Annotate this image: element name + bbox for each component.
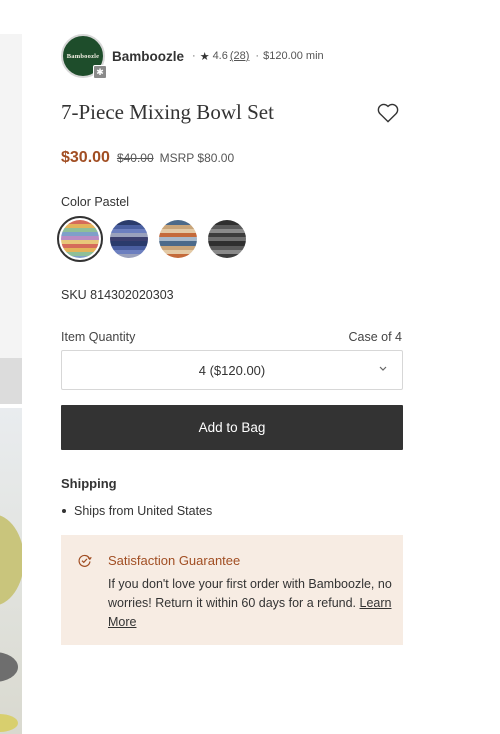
bowl-shape xyxy=(0,514,22,606)
shipping-title: Shipping xyxy=(61,476,117,491)
guarantee-icon xyxy=(78,554,92,567)
chevron-down-icon xyxy=(379,366,387,371)
swatch-selected-ring xyxy=(57,216,103,262)
color-swatch-earth[interactable] xyxy=(159,220,197,258)
color-label: Color Pastel xyxy=(61,195,130,209)
star-icon: ★ xyxy=(199,50,210,63)
brand-row: Bamboozle ✱ Bamboozle · ★ 4.6 (28) · $12… xyxy=(61,34,324,79)
bullet xyxy=(62,509,66,513)
bowl-shape xyxy=(0,714,18,732)
color-swatch-pastel[interactable] xyxy=(61,220,99,258)
separator: · xyxy=(255,50,260,62)
heart-icon[interactable] xyxy=(377,103,399,123)
rating-value: 4.6 xyxy=(212,50,228,62)
brand-logo[interactable]: Bamboozle ✱ xyxy=(61,34,107,79)
review-count-link[interactable]: (28) xyxy=(230,50,250,62)
quantity-select[interactable]: 4 ($120.00) xyxy=(61,350,403,390)
satisfaction-guarantee-panel: Satisfaction Guarantee If you don't love… xyxy=(61,535,403,645)
brand-meta: · ★ 4.6 (28) · $120.00 min xyxy=(188,50,324,63)
quantity-label: Item Quantity xyxy=(61,330,136,344)
quantity-selected-value: 4 ($120.00) xyxy=(198,362,266,378)
color-swatch-navy[interactable] xyxy=(110,220,148,258)
msrp-price: MSRP $80.00 xyxy=(159,151,235,165)
bowl-shape xyxy=(0,652,18,682)
shipping-list-item: Ships from United States xyxy=(61,504,212,518)
case-size: Case of 4 xyxy=(348,330,402,344)
original-price: $40.00 xyxy=(116,151,154,165)
add-to-bag-button[interactable]: Add to Bag xyxy=(61,405,403,450)
brand-name[interactable]: Bamboozle xyxy=(112,49,184,64)
product-title: 7-Piece Mixing Bowl Set xyxy=(61,100,274,124)
guarantee-title: Satisfaction Guarantee xyxy=(108,553,241,568)
color-swatch-charcoal[interactable] xyxy=(208,220,246,258)
minimum-order: $120.00 min xyxy=(263,50,324,62)
guarantee-body: If you don't love your first order with … xyxy=(108,577,392,610)
sku: SKU 814302020303 xyxy=(61,288,174,302)
sale-price: $30.00 xyxy=(61,149,110,166)
price-row: $30.00 $40.00 MSRP $80.00 xyxy=(61,149,234,167)
guarantee-text: If you don't love your first order with … xyxy=(108,575,393,632)
gallery-image-control[interactable] xyxy=(0,358,22,404)
product-gallery-strip xyxy=(0,0,22,734)
gallery-image-top xyxy=(0,34,22,358)
shipping-origin: Ships from United States xyxy=(74,504,213,518)
verified-badge-icon: ✱ xyxy=(93,65,107,79)
gallery-image-main xyxy=(0,408,22,734)
color-swatches xyxy=(57,216,257,262)
separator: · xyxy=(192,50,196,62)
brand-logo-text: Bamboozle xyxy=(66,52,100,60)
